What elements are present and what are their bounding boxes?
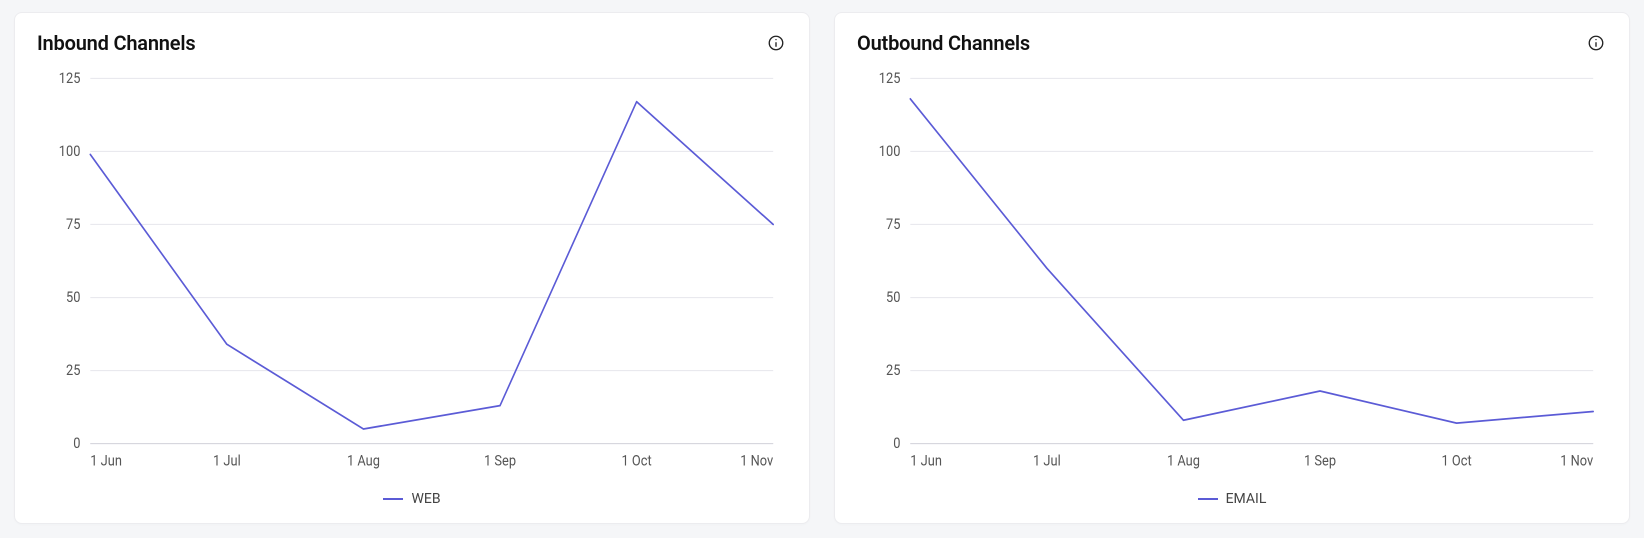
- inbound-channels-card: Inbound Channels 0 25 50 75 100 125 1 Jun 1 Jul…: [14, 12, 810, 524]
- y-tick-label: 50: [886, 289, 900, 306]
- x-tick-label: 1 Sep: [484, 453, 516, 470]
- x-tick-label: 1 Aug: [1167, 453, 1200, 470]
- card-header: Outbound Channels: [857, 31, 1607, 55]
- legend-line-icon: [1198, 498, 1218, 500]
- y-tick-label: 125: [879, 70, 901, 87]
- x-tick-label: 1 Sep: [1304, 453, 1336, 470]
- inbound-chart: 0 25 50 75 100 125 1 Jun 1 Jul 1 Aug 1 Sep 1 Oct 1 …: [37, 63, 787, 481]
- outbound-chart: 0 25 50 75 100 125 1 Jun 1 Jul 1 Aug 1 Sep 1 Oct 1 …: [857, 63, 1607, 481]
- x-tick-label: 1 Aug: [347, 453, 380, 470]
- card-header: Inbound Channels: [37, 31, 787, 55]
- y-tick-label: 0: [73, 435, 80, 452]
- x-tick-label: 1 Nov: [740, 453, 773, 470]
- series-line: [90, 102, 773, 429]
- series-line: [910, 99, 1593, 423]
- y-tick-label: 50: [66, 289, 80, 306]
- x-tick-label: 1 Jul: [213, 453, 241, 470]
- y-tick-label: 25: [66, 362, 81, 379]
- legend-label: WEB: [411, 491, 440, 507]
- y-tick-label: 100: [879, 143, 901, 160]
- dashboard-row: Inbound Channels 0 25 50 75 100 125 1 Jun 1 Jul…: [0, 0, 1644, 538]
- x-tick-label: 1 Oct: [622, 453, 652, 470]
- outbound-legend: EMAIL: [857, 481, 1607, 507]
- card-title: Outbound Channels: [857, 31, 1030, 55]
- y-tick-label: 25: [886, 362, 901, 379]
- legend-line-icon: [383, 498, 403, 500]
- y-tick-label: 0: [893, 435, 900, 452]
- legend-label: EMAIL: [1226, 491, 1267, 507]
- info-icon[interactable]: [1585, 32, 1607, 54]
- x-tick-label: 1 Jun: [90, 453, 122, 470]
- info-icon[interactable]: [765, 32, 787, 54]
- y-tick-label: 125: [59, 70, 81, 87]
- y-tick-label: 100: [59, 143, 81, 160]
- outbound-channels-card: Outbound Channels 0 25 50 75 100 125 1 Jun 1 Ju…: [834, 12, 1630, 524]
- inbound-legend: WEB: [37, 481, 787, 507]
- x-tick-label: 1 Oct: [1442, 453, 1472, 470]
- card-title: Inbound Channels: [37, 31, 195, 55]
- y-tick-label: 75: [886, 216, 901, 233]
- x-tick-label: 1 Nov: [1560, 453, 1593, 470]
- x-tick-label: 1 Jul: [1033, 453, 1061, 470]
- y-tick-label: 75: [66, 216, 81, 233]
- x-tick-label: 1 Jun: [910, 453, 942, 470]
